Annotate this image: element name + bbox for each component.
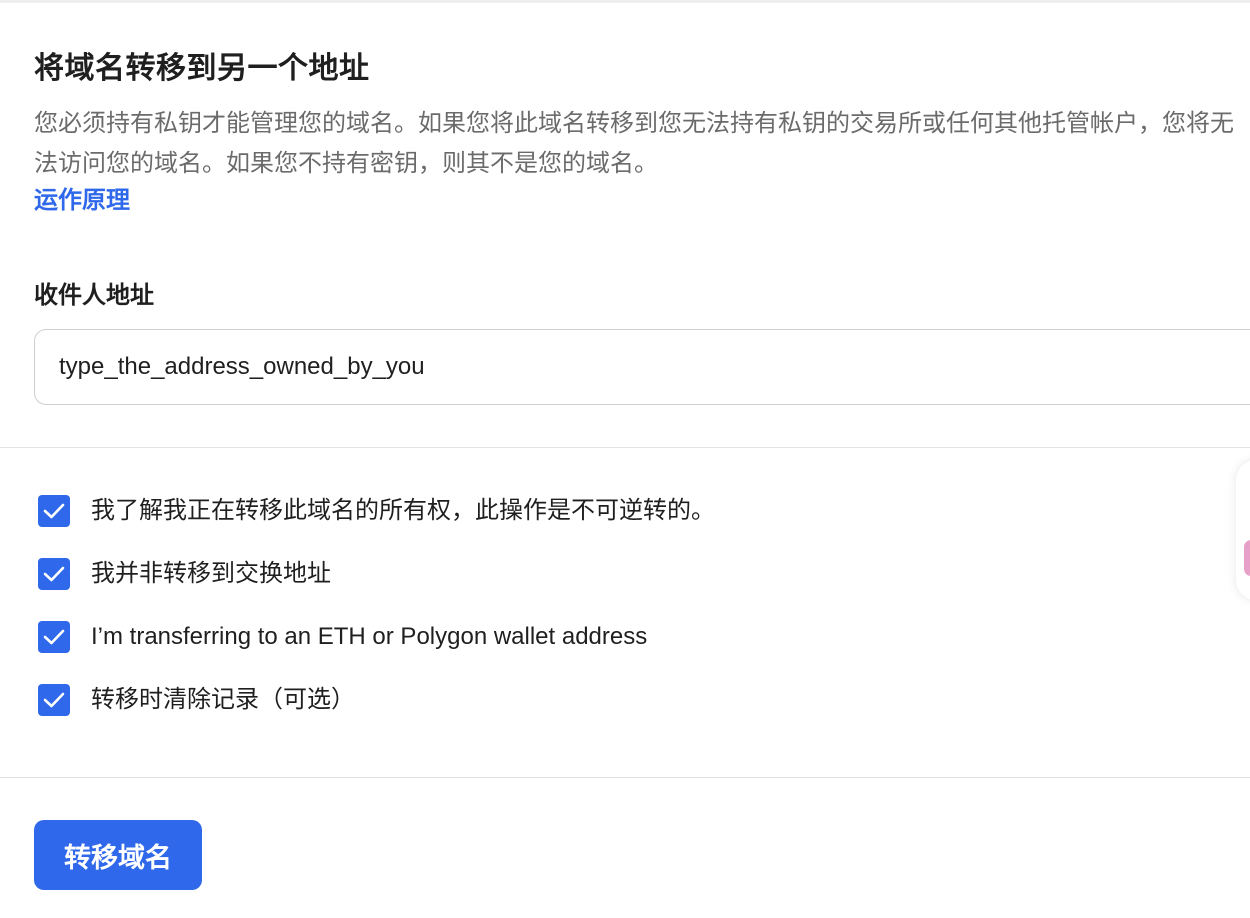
- section-divider: [0, 447, 1250, 448]
- transfer-domain-button[interactable]: 转移域名: [34, 820, 202, 890]
- checkbox-row-irreversible[interactable]: 我了解我正在转移此域名的所有权，此操作是不可逆转的。: [38, 494, 715, 528]
- checkbox-row-not-exchange[interactable]: 我并非转移到交换地址: [38, 557, 331, 591]
- checkmark-icon: [43, 629, 65, 645]
- top-divider: [0, 0, 1250, 3]
- checkbox-row-clear-records[interactable]: 转移时清除记录（可选）: [38, 683, 355, 717]
- checkbox-irreversible[interactable]: [38, 495, 70, 527]
- checkbox-clear-records[interactable]: [38, 684, 70, 716]
- checkbox-label-not-exchange: 我并非转移到交换地址: [91, 560, 331, 587]
- checkbox-label-irreversible: 我了解我正在转移此域名的所有权，此操作是不可逆转的。: [91, 497, 715, 524]
- floating-side-widget[interactable]: [1236, 460, 1250, 600]
- transfer-domain-panel: 将域名转移到另一个地址 您必须持有私钥才能管理您的域名。如果您将此域名转移到您无…: [0, 0, 1250, 918]
- recipient-address-label: 收件人地址: [34, 282, 154, 309]
- checkmark-icon: [43, 692, 65, 708]
- page-title: 将域名转移到另一个地址: [34, 52, 370, 85]
- recipient-address-input[interactable]: [34, 329, 1250, 405]
- section-divider: [0, 777, 1250, 778]
- description-text: 您必须持有私钥才能管理您的域名。如果您将此域名转移到您无法持有私钥的交易所或任何…: [34, 110, 1234, 177]
- how-it-works-link[interactable]: 运作原理: [34, 184, 130, 218]
- checkbox-label-clear-records: 转移时清除记录（可选）: [91, 686, 355, 713]
- checkbox-not-exchange[interactable]: [38, 558, 70, 590]
- checkbox-label-wallet-address: I’m transferring to an ETH or Polygon wa…: [91, 623, 648, 650]
- floating-widget-indicator: [1244, 540, 1250, 576]
- checkmark-icon: [43, 566, 65, 582]
- checkmark-icon: [43, 503, 65, 519]
- checkbox-row-wallet-address[interactable]: I’m transferring to an ETH or Polygon wa…: [38, 620, 647, 654]
- checkbox-wallet-address[interactable]: [38, 621, 70, 653]
